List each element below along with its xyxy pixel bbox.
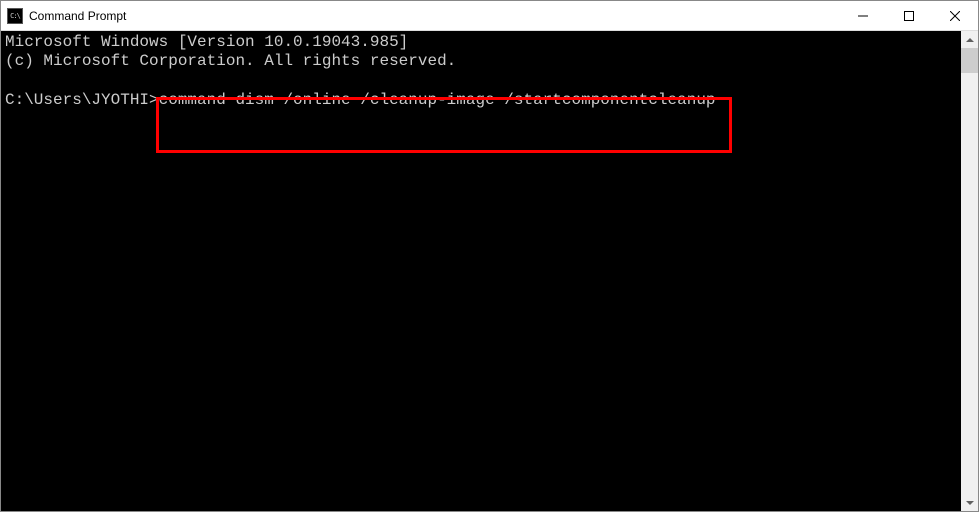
prompt-text: C:\Users\JYOTHI>	[5, 91, 159, 109]
window-titlebar: C:\ Command Prompt	[1, 1, 978, 31]
close-icon	[950, 11, 960, 21]
maximize-icon	[904, 11, 914, 21]
window-controls	[840, 1, 978, 30]
terminal-output[interactable]: Microsoft Windows [Version 10.0.19043.98…	[1, 31, 961, 511]
version-line: Microsoft Windows [Version 10.0.19043.98…	[5, 33, 957, 52]
command-prompt-icon: C:\	[7, 8, 23, 24]
scroll-up-button[interactable]	[961, 31, 978, 48]
window-title: Command Prompt	[29, 9, 126, 23]
maximize-button[interactable]	[886, 1, 932, 30]
scroll-thumb[interactable]	[961, 48, 978, 73]
close-button[interactable]	[932, 1, 978, 30]
minimize-icon	[858, 11, 868, 21]
command-text: command dism /online /cleanup-image /sta…	[159, 91, 716, 109]
command-line: C:\Users\JYOTHI>command dism /online /cl…	[5, 91, 957, 110]
blank-line	[5, 71, 957, 90]
scroll-track[interactable]	[961, 48, 978, 494]
copyright-line: (c) Microsoft Corporation. All rights re…	[5, 52, 957, 71]
terminal-container: Microsoft Windows [Version 10.0.19043.98…	[1, 31, 978, 511]
chevron-down-icon	[966, 501, 974, 505]
titlebar-left: C:\ Command Prompt	[1, 8, 126, 24]
scroll-down-button[interactable]	[961, 494, 978, 511]
chevron-up-icon	[966, 38, 974, 42]
vertical-scrollbar[interactable]	[961, 31, 978, 511]
minimize-button[interactable]	[840, 1, 886, 30]
